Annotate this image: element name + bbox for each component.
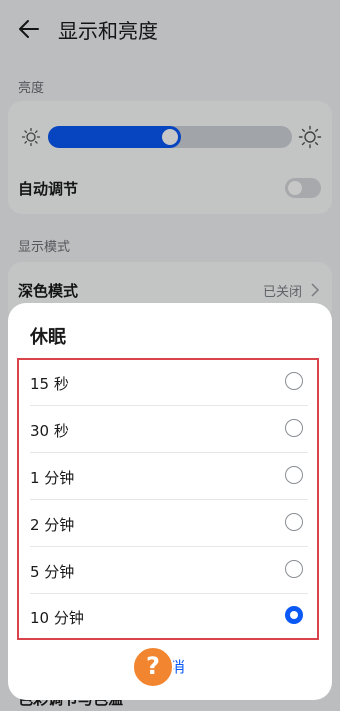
option-5min[interactable]: 5 分钟 bbox=[18, 547, 318, 594]
option-1min[interactable]: 1 分钟 bbox=[18, 453, 318, 500]
option-2min[interactable]: 2 分钟 bbox=[18, 500, 318, 547]
option-30s[interactable]: 30 秒 bbox=[18, 406, 318, 453]
option-label: 30 秒 bbox=[30, 422, 69, 440]
dialog-title: 休眠 bbox=[30, 327, 66, 348]
radio-icon[interactable] bbox=[285, 419, 303, 437]
radio-icon[interactable] bbox=[285, 560, 303, 578]
radio-selected-icon[interactable] bbox=[285, 606, 303, 624]
radio-icon[interactable] bbox=[285, 466, 303, 484]
option-10min[interactable]: 10 分钟 bbox=[18, 593, 318, 640]
radio-icon[interactable] bbox=[285, 372, 303, 390]
option-label: 10 分钟 bbox=[30, 609, 84, 627]
option-label: 1 分钟 bbox=[30, 469, 75, 487]
option-label: 5 分钟 bbox=[30, 563, 75, 581]
radio-icon[interactable] bbox=[285, 513, 303, 531]
option-label: 2 分钟 bbox=[30, 516, 75, 534]
sleep-dialog: 休眠 15 秒 30 秒 1 分钟 2 分钟 5 分钟 10 分钟 取消 ? bbox=[8, 303, 332, 700]
option-15s[interactable]: 15 秒 bbox=[18, 359, 318, 406]
help-question-icon[interactable]: ? bbox=[132, 646, 174, 688]
option-label: 15 秒 bbox=[30, 375, 69, 393]
